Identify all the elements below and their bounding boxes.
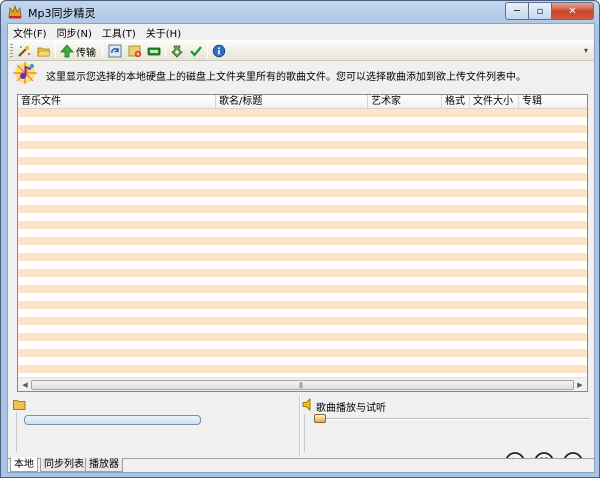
transfer-progress-bar xyxy=(24,415,201,425)
list-header: 音乐文件 歌名/标题 艺术家 格式 文件大小 专辑 xyxy=(18,95,587,109)
wizard-button[interactable] xyxy=(17,43,31,59)
info-icon xyxy=(212,44,226,58)
toolbar-overflow-chevron-icon[interactable]: ▾ xyxy=(581,43,591,58)
toolbar: 传输 ▾ xyxy=(8,40,594,61)
tab-bar: 本地 同步列表 播放器 xyxy=(8,457,594,472)
menu-bar: 文件(F) 同步(N) 工具(T) 关于(H) xyxy=(8,24,594,40)
device-icon xyxy=(147,47,161,56)
col-title[interactable]: 歌名/标题 xyxy=(216,95,368,109)
menu-sync[interactable]: 同步(N) xyxy=(52,24,97,40)
toolbar-separator xyxy=(55,44,56,58)
divider xyxy=(16,412,17,452)
minimize-button[interactable]: ─ xyxy=(505,2,529,20)
scroll-left-icon[interactable]: ◀ xyxy=(20,380,30,390)
settings-icon xyxy=(171,45,183,58)
col-format[interactable]: 格式 xyxy=(442,95,470,109)
close-icon: ✕ xyxy=(568,5,577,17)
wizard-icon xyxy=(18,45,30,57)
panel-divider xyxy=(299,396,301,456)
horizontal-scrollbar[interactable]: ◀ ||| ▶ xyxy=(18,377,587,391)
info-button[interactable] xyxy=(212,43,226,59)
col-music-file[interactable]: 音乐文件 xyxy=(18,95,216,109)
refresh-button[interactable] xyxy=(108,43,122,59)
col-album[interactable]: 专辑 xyxy=(519,95,587,109)
open-folder-icon xyxy=(37,47,51,57)
title-bar[interactable]: Mp3同步精灵 ─ ▫ ✕ xyxy=(1,1,599,23)
app-logo-icon xyxy=(8,4,22,19)
toolbar-separator xyxy=(207,44,208,58)
add-song-button[interactable] xyxy=(128,43,142,59)
check-icon xyxy=(190,46,202,57)
toolbar-grip[interactable] xyxy=(10,44,13,58)
bottom-panel: 歌曲播放与试听 xyxy=(8,396,594,472)
menu-about[interactable]: 关于(H) xyxy=(141,24,186,40)
tab-player[interactable]: 播放器 xyxy=(85,458,123,472)
device-button[interactable] xyxy=(147,43,161,59)
refresh-icon xyxy=(108,44,122,58)
seek-slider-thumb[interactable] xyxy=(314,414,326,423)
close-button[interactable]: ✕ xyxy=(552,2,594,20)
client-area: 文件(F) 同步(N) 工具(T) 关于(H) 传输 ▾ 这里显示您选择的本地硬… xyxy=(7,23,595,473)
list-body[interactable] xyxy=(18,109,587,377)
open-folder-button[interactable] xyxy=(37,43,51,59)
transfer-label: 传输 xyxy=(76,47,96,59)
music-note-icon xyxy=(13,62,37,84)
add-song-icon xyxy=(128,45,142,58)
window-title: Mp3同步精灵 xyxy=(28,7,96,20)
scrollbar-thumb[interactable]: ||| xyxy=(31,380,574,390)
hint-text: 这里显示您选择的本地硬盘上的磁盘上文件夹里所有的歌曲文件。您可以选择歌曲添加到欲… xyxy=(46,72,526,83)
main-window: Mp3同步精灵 ─ ▫ ✕ 文件(F) 同步(N) 工具(T) 关于(H) 传输… xyxy=(0,0,600,478)
tab-local[interactable]: 本地 xyxy=(10,457,38,472)
col-artist[interactable]: 艺术家 xyxy=(368,95,442,109)
toolbar-separator xyxy=(165,44,166,58)
col-file-size[interactable]: 文件大小 xyxy=(470,95,519,109)
player-label: 歌曲播放与试听 xyxy=(316,403,386,414)
folder-icon xyxy=(13,400,26,410)
check-button[interactable] xyxy=(189,43,203,59)
seek-track[interactable] xyxy=(314,418,590,420)
divider xyxy=(304,414,305,452)
song-file-list[interactable]: 音乐文件 歌名/标题 艺术家 格式 文件大小 专辑 ◀ ||| ▶ xyxy=(17,94,588,392)
toolbar-separator xyxy=(102,44,103,58)
transfer-icon xyxy=(60,44,74,58)
minimize-icon: ─ xyxy=(513,5,521,17)
scroll-right-icon[interactable]: ▶ xyxy=(575,380,585,390)
menu-tools[interactable]: 工具(T) xyxy=(97,24,141,40)
restore-icon: ▫ xyxy=(536,5,544,17)
tab-sync-list[interactable]: 同步列表 xyxy=(40,458,88,472)
settings-button[interactable] xyxy=(170,43,184,59)
transfer-button[interactable]: 传输 xyxy=(60,43,96,59)
speaker-icon xyxy=(302,398,311,411)
maximize-button[interactable]: ▫ xyxy=(529,2,552,20)
menu-file[interactable]: 文件(F) xyxy=(8,24,52,40)
scrollbar-grip-icon: ||| xyxy=(299,382,303,389)
